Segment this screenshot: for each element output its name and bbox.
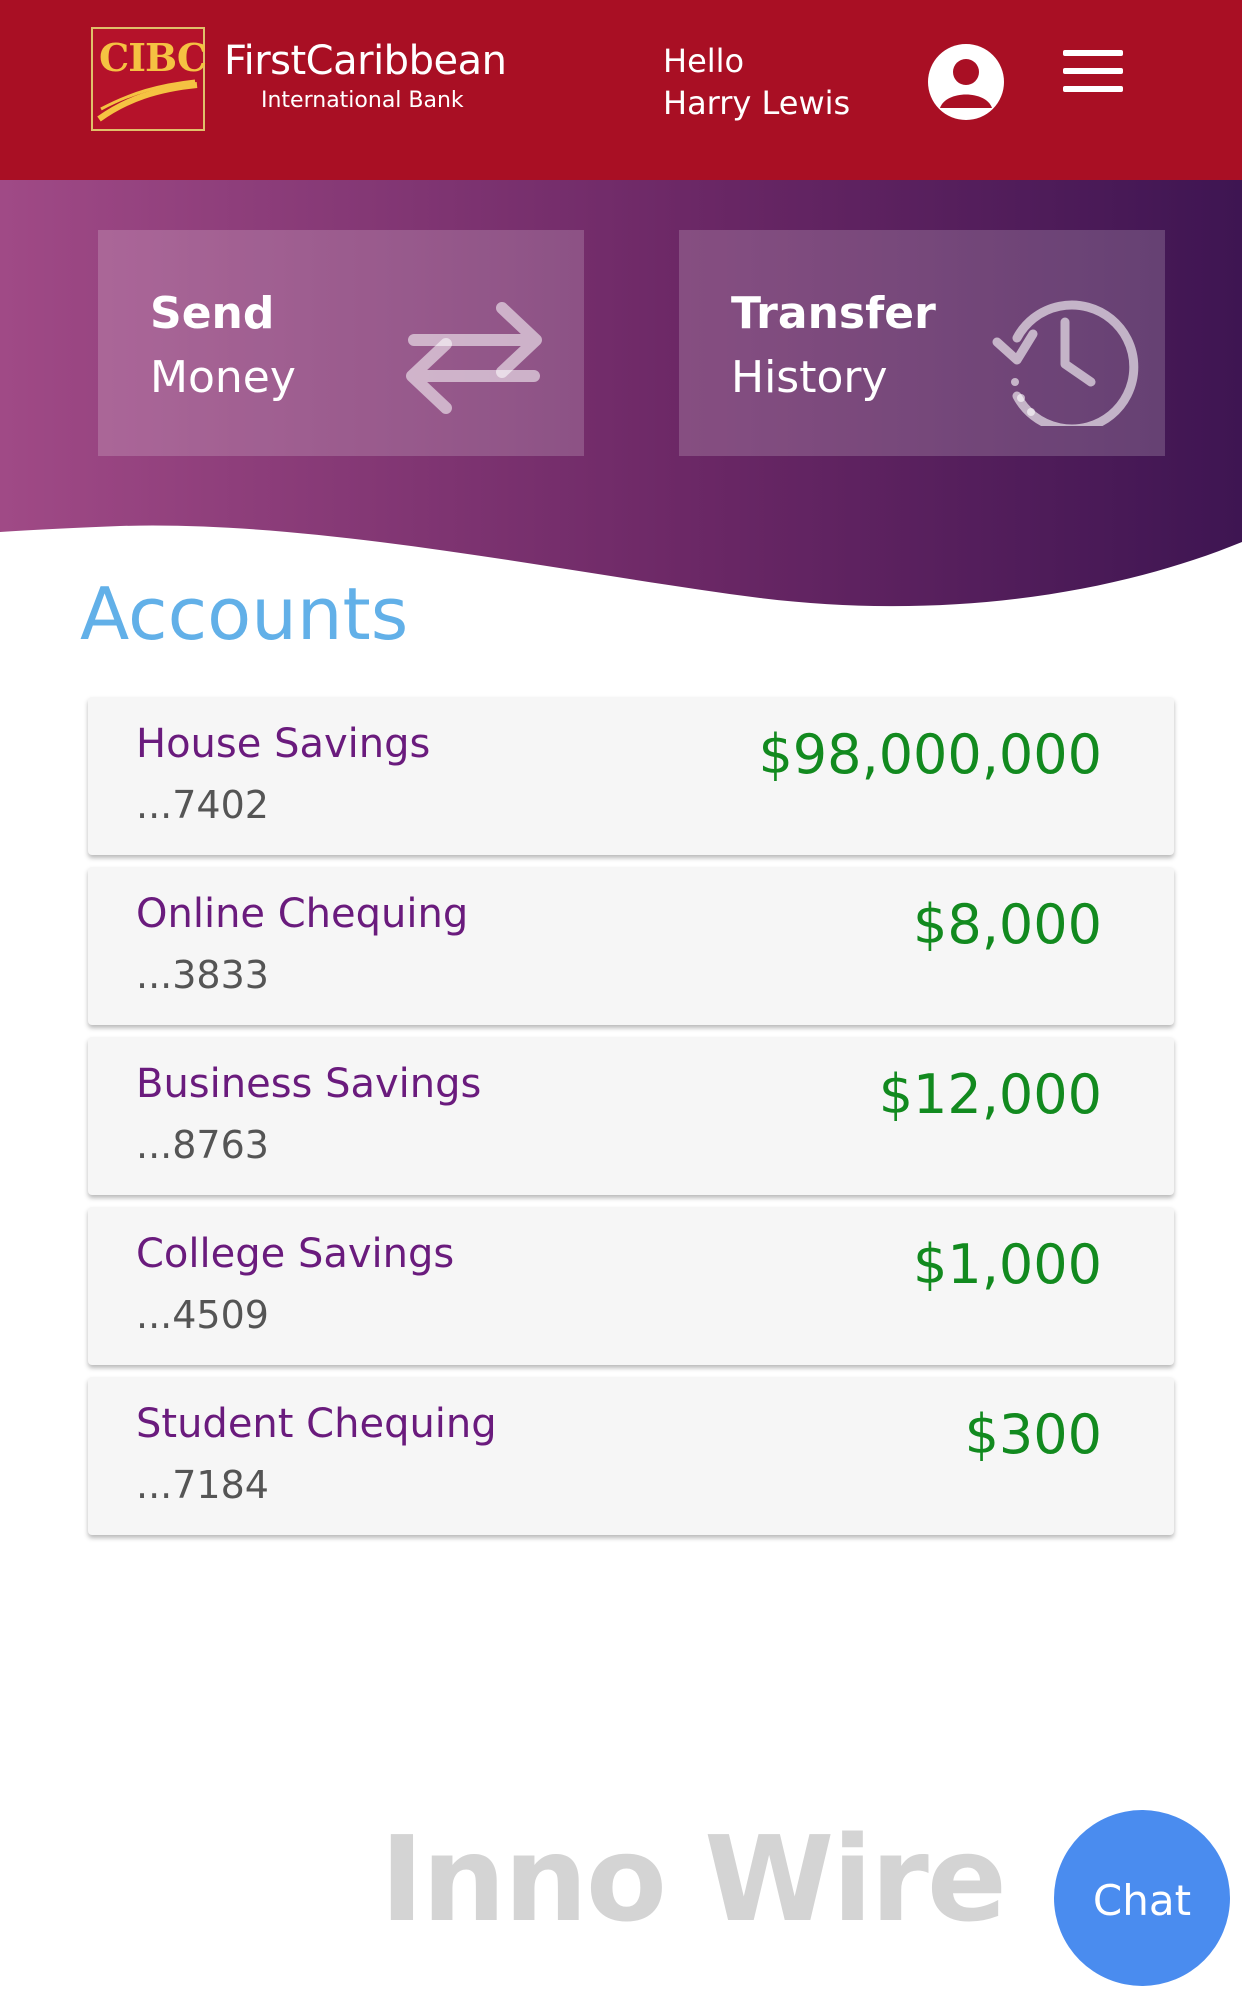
inno-wire-wordmark: Inno Wire <box>380 1810 1007 1948</box>
account-number: ...7184 <box>136 1463 269 1507</box>
account-circle-icon[interactable] <box>928 44 1004 120</box>
hamburger-menu-icon[interactable] <box>1063 50 1123 92</box>
accounts-heading: Accounts <box>80 572 409 656</box>
history-clock-icon <box>992 300 1139 426</box>
transfer-history-button[interactable]: Transfer History <box>679 230 1165 456</box>
account-balance: $12,000 <box>878 1063 1102 1126</box>
account-card[interactable]: Online Chequing ...3833 $8,000 <box>88 867 1174 1025</box>
account-name: House Savings <box>136 721 431 767</box>
account-card[interactable]: College Savings ...4509 $1,000 <box>88 1207 1174 1365</box>
brand-name: FirstCaribbean <box>224 38 507 84</box>
send-money-label-line2: Money <box>150 352 296 403</box>
send-money-label-line1: Send <box>150 288 275 339</box>
account-balance: $8,000 <box>913 893 1102 956</box>
send-money-button[interactable]: Send Money <box>98 230 584 456</box>
account-card[interactable]: Business Savings ...8763 $12,000 <box>88 1037 1174 1195</box>
account-name: Online Chequing <box>136 891 469 937</box>
brand-subtitle: International Bank <box>261 88 464 113</box>
user-greeting: Hello Harry Lewis <box>663 40 850 124</box>
account-number: ...7402 <box>136 783 269 827</box>
app-header: CIBC FirstCaribbean International Bank H… <box>0 0 1242 180</box>
greeting-username: Harry Lewis <box>663 84 851 122</box>
cibc-logo[interactable]: CIBC <box>91 27 207 131</box>
account-balance: $300 <box>964 1403 1102 1466</box>
transfer-history-label-line2: History <box>731 352 888 403</box>
chat-button[interactable]: Chat <box>1054 1810 1230 1986</box>
chat-button-label: Chat <box>1092 1876 1192 1925</box>
account-balance: $1,000 <box>913 1233 1102 1296</box>
account-card[interactable]: Student Chequing ...7184 $300 <box>88 1377 1174 1535</box>
account-card[interactable]: House Savings ...7402 $98,000,000 <box>88 697 1174 855</box>
account-number: ...8763 <box>136 1123 269 1167</box>
account-name: Student Chequing <box>136 1401 497 1447</box>
transfer-history-label-line1: Transfer <box>731 288 936 339</box>
account-number: ...3833 <box>136 953 269 997</box>
swap-arrows-icon <box>406 302 542 414</box>
account-number: ...4509 <box>136 1293 269 1337</box>
logo-mark: CIBC <box>99 35 207 80</box>
logo-swoosh-icon <box>97 79 198 122</box>
account-name: Business Savings <box>136 1061 482 1107</box>
greeting-hello: Hello <box>663 42 745 80</box>
account-balance: $98,000,000 <box>758 723 1102 786</box>
quick-actions-banner: Send Money Transfer History <box>0 180 1242 620</box>
account-name: College Savings <box>136 1231 455 1277</box>
